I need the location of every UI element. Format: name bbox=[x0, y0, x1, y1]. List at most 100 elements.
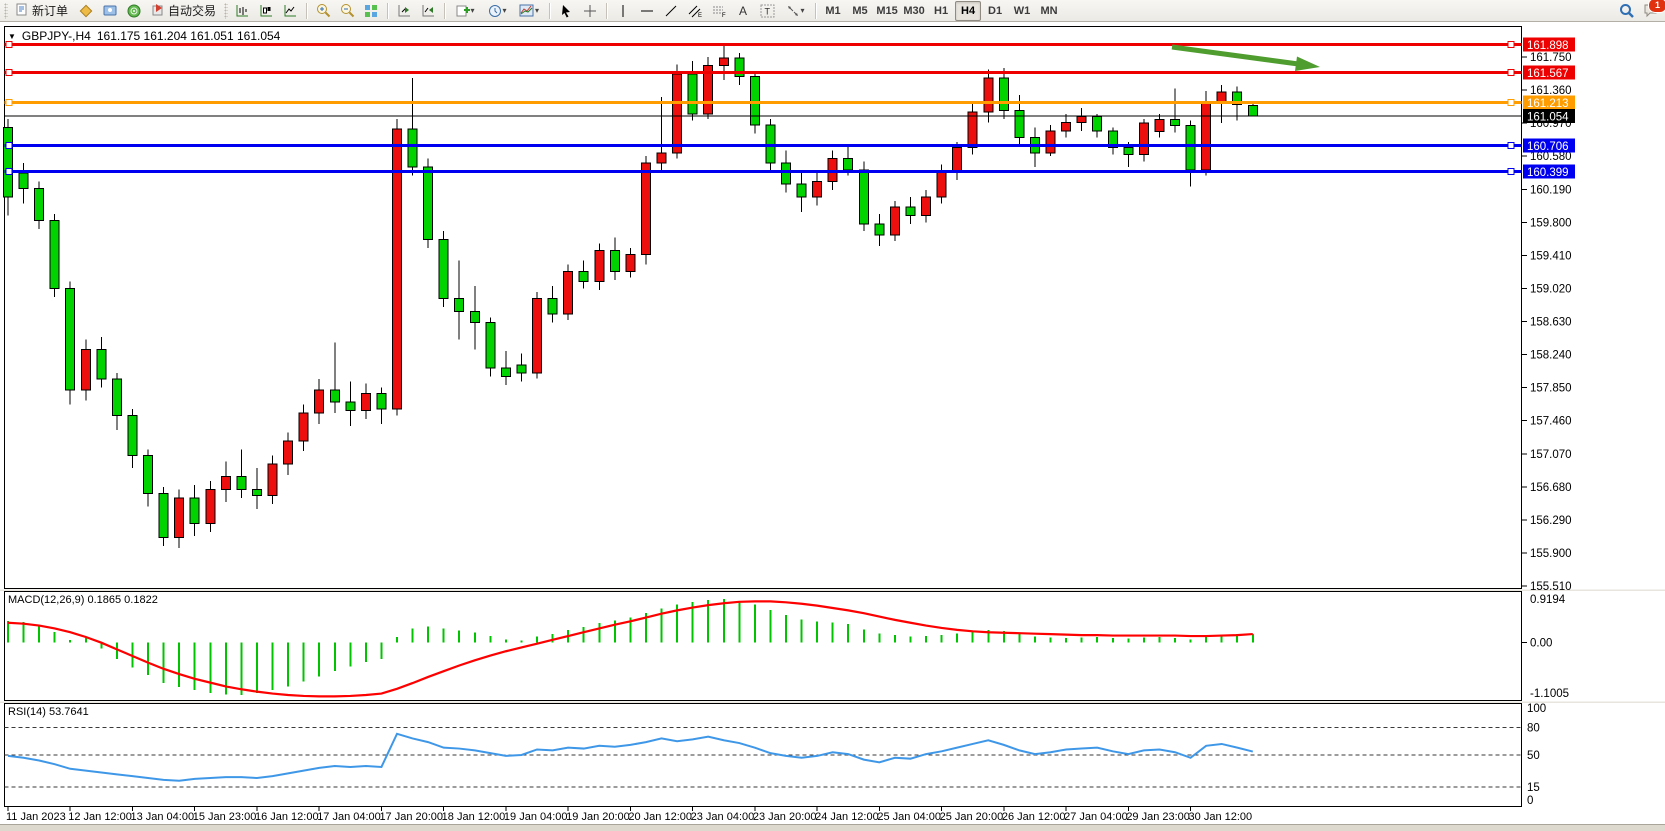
candle[interactable] bbox=[81, 349, 90, 390]
candle[interactable] bbox=[719, 58, 728, 66]
bar-chart-mode-icon[interactable] bbox=[230, 1, 254, 21]
candle[interactable] bbox=[999, 78, 1008, 110]
fibonacci-tool-icon[interactable]: F bbox=[707, 1, 731, 21]
chart-canvas[interactable]: 161.750161.360160.970160.580160.190159.8… bbox=[0, 22, 1665, 831]
candle[interactable] bbox=[813, 182, 822, 197]
candle[interactable] bbox=[1202, 103, 1211, 170]
chart-window[interactable]: 161.750161.360160.970160.580160.190159.8… bbox=[0, 22, 1665, 831]
candle[interactable] bbox=[1124, 148, 1133, 155]
candle[interactable] bbox=[1186, 126, 1195, 170]
candle[interactable] bbox=[19, 173, 28, 188]
timeframe-w1[interactable]: W1 bbox=[1009, 1, 1035, 21]
arrows-tool-button[interactable]: ▾ bbox=[779, 1, 811, 21]
candle[interactable] bbox=[361, 394, 370, 411]
candle[interactable] bbox=[175, 498, 184, 538]
candle[interactable] bbox=[470, 311, 479, 322]
timeframe-m5[interactable]: M5 bbox=[847, 1, 873, 21]
candle[interactable] bbox=[1077, 116, 1086, 122]
candle[interactable] bbox=[564, 271, 573, 313]
candle[interactable] bbox=[128, 416, 137, 456]
text-label-tool-icon[interactable]: T bbox=[755, 1, 779, 21]
radar-icon[interactable] bbox=[122, 1, 146, 21]
tile-windows-icon[interactable] bbox=[359, 1, 383, 21]
candle[interactable] bbox=[766, 125, 775, 163]
timeframe-m1[interactable]: M1 bbox=[820, 1, 846, 21]
candle[interactable] bbox=[1062, 122, 1071, 130]
candle[interactable] bbox=[595, 250, 604, 281]
candle[interactable] bbox=[1139, 123, 1148, 154]
crosshair-tool-icon[interactable] bbox=[578, 1, 602, 21]
candle[interactable] bbox=[501, 368, 510, 376]
zoom-in-icon[interactable] bbox=[311, 1, 335, 21]
candle[interactable] bbox=[112, 379, 121, 415]
candle[interactable] bbox=[221, 477, 230, 490]
line-chart-mode-icon[interactable] bbox=[278, 1, 302, 21]
candle[interactable] bbox=[673, 74, 682, 153]
candle[interactable] bbox=[688, 74, 697, 114]
timeframe-h1[interactable]: H1 bbox=[928, 1, 954, 21]
chart-shift-icon[interactable] bbox=[416, 1, 440, 21]
candle[interactable] bbox=[66, 288, 75, 390]
zoom-out-icon[interactable] bbox=[335, 1, 359, 21]
trendline-tool-icon[interactable] bbox=[659, 1, 683, 21]
candle[interactable] bbox=[922, 197, 931, 216]
new-chart-button[interactable]: ▾ bbox=[449, 1, 481, 21]
candle[interactable] bbox=[330, 390, 339, 402]
candle[interactable] bbox=[1155, 120, 1164, 132]
timeframe-d1[interactable]: D1 bbox=[982, 1, 1008, 21]
candle[interactable] bbox=[1248, 106, 1257, 116]
candle[interactable] bbox=[953, 148, 962, 172]
candle[interactable] bbox=[237, 477, 246, 490]
candle[interactable] bbox=[641, 163, 650, 255]
equidistant-channel-tool-icon[interactable]: E bbox=[683, 1, 707, 21]
candle[interactable] bbox=[626, 255, 635, 272]
candle[interactable] bbox=[984, 78, 993, 112]
candle[interactable] bbox=[750, 76, 759, 124]
candle[interactable] bbox=[299, 413, 308, 441]
candle[interactable] bbox=[35, 188, 44, 220]
candle[interactable] bbox=[782, 163, 791, 184]
timeframe-m15[interactable]: M15 bbox=[874, 1, 900, 21]
candle[interactable] bbox=[906, 207, 915, 215]
search-icon[interactable] bbox=[1615, 1, 1639, 21]
candlestick-mode-icon[interactable] bbox=[254, 1, 278, 21]
toolbar-grip[interactable] bbox=[4, 3, 8, 19]
toolbar-grip[interactable] bbox=[224, 3, 228, 19]
candle[interactable] bbox=[486, 322, 495, 368]
periods-button[interactable]: ▾ bbox=[481, 1, 513, 21]
candle[interactable] bbox=[859, 170, 868, 224]
candle[interactable] bbox=[517, 365, 526, 373]
candle[interactable] bbox=[315, 390, 324, 413]
candle[interactable] bbox=[844, 159, 853, 170]
candle[interactable] bbox=[968, 112, 977, 148]
candle[interactable] bbox=[548, 299, 557, 314]
candle[interactable] bbox=[4, 127, 13, 197]
notifications-button[interactable]: 1 bbox=[1639, 1, 1663, 21]
horizontal-line-tool-icon[interactable] bbox=[635, 1, 659, 21]
candle[interactable] bbox=[439, 239, 448, 298]
auto-scroll-icon[interactable] bbox=[392, 1, 416, 21]
candle[interactable] bbox=[533, 299, 542, 374]
candle[interactable] bbox=[610, 250, 619, 271]
templates-button[interactable]: ▾ bbox=[513, 1, 545, 21]
candle[interactable] bbox=[1015, 110, 1024, 137]
candle[interactable] bbox=[875, 224, 884, 235]
text-tool-icon[interactable]: A bbox=[731, 1, 755, 21]
candle[interactable] bbox=[1171, 120, 1180, 126]
candle[interactable] bbox=[579, 271, 588, 281]
candle[interactable] bbox=[657, 153, 666, 163]
candle[interactable] bbox=[1046, 131, 1055, 153]
profiles-icon[interactable] bbox=[98, 1, 122, 21]
new-order-button[interactable]: 新订单 bbox=[10, 1, 74, 21]
candle[interactable] bbox=[268, 464, 277, 495]
candle[interactable] bbox=[377, 394, 386, 409]
candle[interactable] bbox=[890, 207, 899, 235]
candle[interactable] bbox=[1093, 116, 1102, 130]
candle[interactable] bbox=[346, 402, 355, 410]
cursor-tool-icon[interactable] bbox=[554, 1, 578, 21]
candle[interactable] bbox=[190, 498, 199, 523]
candle[interactable] bbox=[159, 494, 168, 538]
candle[interactable] bbox=[797, 184, 806, 197]
candle[interactable] bbox=[144, 455, 153, 493]
candle[interactable] bbox=[206, 489, 215, 523]
